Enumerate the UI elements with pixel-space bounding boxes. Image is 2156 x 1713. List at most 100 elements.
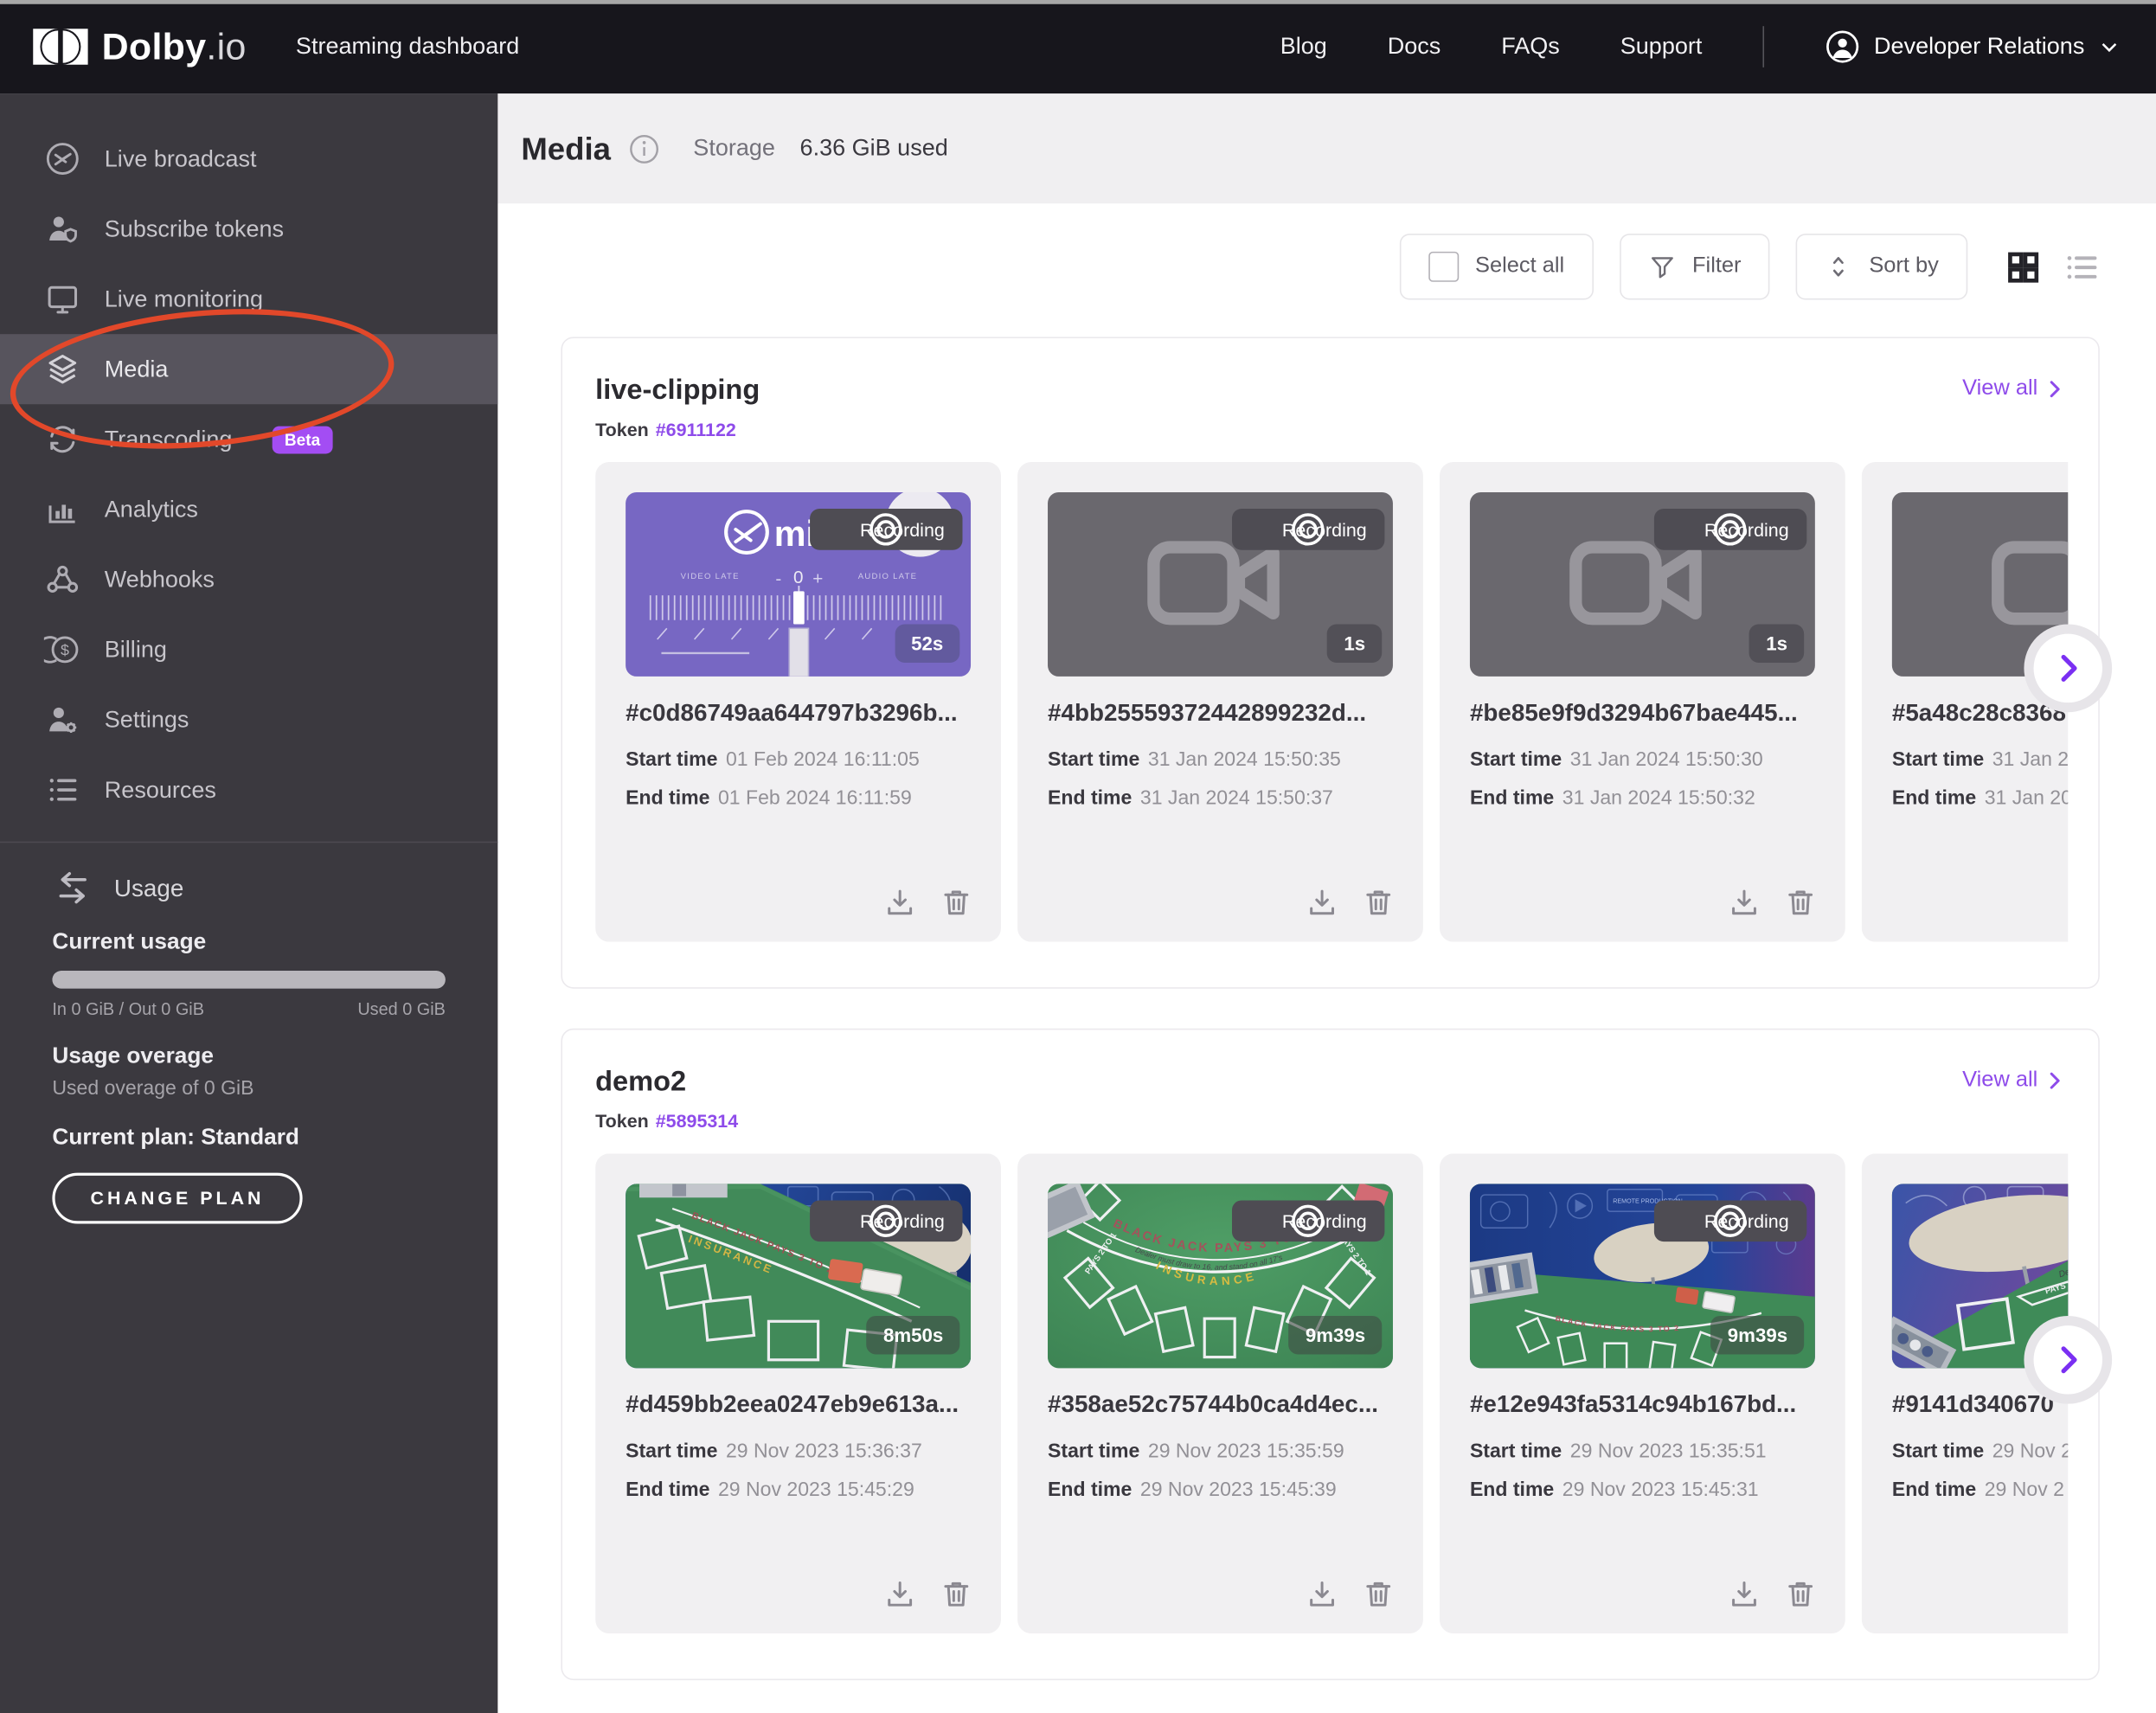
trash-icon[interactable]: [1361, 885, 1396, 920]
media-card[interactable]: mil-0+VIDEO LATEAUDIO LATERecording52s#c…: [595, 462, 1001, 942]
list-view-icon[interactable]: [2063, 248, 2100, 286]
sidebar-item-analytics[interactable]: Analytics: [0, 474, 497, 544]
sidebar-item-transcoding[interactable]: TranscodingBeta: [0, 404, 497, 474]
sidebar-item-subscribe-tokens[interactable]: Subscribe tokens: [0, 194, 497, 264]
download-icon[interactable]: [1727, 885, 1761, 920]
user-name: Developer Relations: [1874, 33, 2084, 61]
sidebar-item-settings[interactable]: Settings: [0, 684, 497, 754]
grid-view-icon[interactable]: [2005, 248, 2042, 286]
card-actions: [882, 1577, 973, 1612]
media-card[interactable]: BLACK JACK PAYS 3 TO 2Dealer must draw t…: [1017, 1153, 1423, 1633]
recording-times: Start time31 Jan 2024 15:50:35End time31…: [1048, 741, 1393, 819]
chevron-right-icon: [2044, 1069, 2065, 1091]
card-actions: [882, 885, 973, 920]
download-icon[interactable]: [1305, 885, 1339, 920]
sidebar-item-resources[interactable]: Resources: [0, 755, 497, 825]
trash-icon[interactable]: [1783, 885, 1818, 920]
end-time-row: End time31 Jan 2024 15:50:32: [1470, 780, 1815, 819]
toolbar: Select all Filter Sort by: [1400, 234, 2100, 299]
current-usage-label: Current usage: [52, 929, 446, 955]
billing-icon: $: [44, 631, 81, 668]
view-all-link[interactable]: View all: [1962, 376, 2065, 401]
start-time-value: 29 Nov 2023 15:36:37: [726, 1441, 922, 1463]
media-card[interactable]: Recording1s#4bb25559372442899232d...Star…: [1017, 462, 1423, 942]
record-icon: [1670, 517, 1693, 541]
download-icon[interactable]: [882, 885, 917, 920]
media-card[interactable]: BLACKDealer muPAYS 2 TO#9141d340670Start…: [1862, 1153, 2068, 1633]
media-card[interactable]: Recording1s#be85e9f9d3294b67bae445...Sta…: [1440, 462, 1845, 942]
camera-placeholder: Recording1s: [1048, 492, 1393, 677]
select-all-label: Select all: [1475, 254, 1564, 279]
card-actions: [1727, 1577, 1818, 1612]
sidebar-item-webhooks[interactable]: Webhooks: [0, 544, 497, 614]
main-content: Media Storage 6.36 GiB used Select all F…: [497, 93, 2156, 1713]
usage-used: Used 0 GiB: [357, 999, 446, 1018]
sort-icon: [1825, 253, 1852, 280]
recording-times: Start time29 Nov 2End time29 Nov 2: [1892, 1433, 2068, 1511]
broadcast-icon: [44, 140, 81, 177]
streaming-dashboard-screen: Dolby.io Streaming dashboard BlogDocsFAQ…: [0, 0, 2156, 1713]
nav-link-faqs[interactable]: FAQs: [1501, 33, 1560, 61]
sidebar-item-label: Transcoding: [105, 426, 233, 453]
usage-panel: Usage Current usage In 0 GiB / Out 0 GiB…: [0, 843, 497, 1223]
download-icon[interactable]: [882, 1577, 917, 1612]
next-cards-button[interactable]: [2024, 625, 2112, 713]
storage-value: 6.36 GiB used: [800, 135, 948, 163]
trash-icon[interactable]: [1783, 1577, 1818, 1612]
view-all-label: View all: [1962, 1068, 2037, 1094]
change-plan-button[interactable]: CHANGE PLAN: [52, 1173, 302, 1224]
media-card[interactable]: BLACK JACK PAYS 3 TO 2INSURANCERecording…: [595, 1153, 1001, 1633]
sidebar-item-live-monitoring[interactable]: Live monitoring: [0, 264, 497, 334]
sidebar: Live broadcast Subscribe tokensLive monit…: [0, 93, 497, 1713]
end-time-value: 29 Nov 2023 15:45:39: [1140, 1479, 1337, 1501]
media-card[interactable]: #5a48c28c8368Start time31 Jan 2End time3…: [1862, 462, 2068, 942]
token-line: Token #6911122: [595, 420, 2065, 440]
sidebar-item-label: Live broadcast: [105, 145, 257, 173]
trash-icon[interactable]: [939, 1577, 973, 1612]
chevron-right-icon: [2044, 378, 2065, 400]
nav-link-blog[interactable]: Blog: [1280, 33, 1327, 61]
download-icon[interactable]: [1727, 1577, 1761, 1612]
sort-by-button[interactable]: Sort by: [1796, 234, 1967, 299]
subscribe-tokens-icon: [44, 210, 81, 247]
filter-button[interactable]: Filter: [1620, 234, 1770, 299]
recording-id: #c0d86749aa644797b3296b...: [626, 698, 971, 727]
trash-icon[interactable]: [1361, 1577, 1396, 1612]
end-time-value: 29 Nov 2023 15:45:31: [1562, 1479, 1759, 1501]
usage-overage-title: Usage overage: [52, 1043, 446, 1069]
end-time-label: End time: [1048, 1479, 1132, 1501]
user-menu[interactable]: Developer Relations: [1825, 29, 2121, 64]
token-link[interactable]: #6911122: [656, 420, 736, 440]
recording-id: #e12e943fa5314c94b167bd...: [1470, 1390, 1815, 1419]
token-link[interactable]: #5895314: [656, 1111, 738, 1132]
view-all-link[interactable]: View all: [1962, 1068, 2065, 1094]
recording-badge: Recording: [811, 1200, 963, 1241]
nav-link-support[interactable]: Support: [1620, 33, 1703, 61]
next-cards-button[interactable]: [2024, 1316, 2112, 1404]
info-icon[interactable]: [629, 132, 661, 164]
dolby-logo[interactable]: Dolby.io: [33, 25, 247, 67]
trash-icon[interactable]: [939, 885, 973, 920]
select-all-checkbox[interactable]: [1428, 252, 1459, 282]
svg-text:AUDIO LATE: AUDIO LATE: [858, 572, 918, 581]
sidebar-item-media[interactable]: Media: [0, 334, 497, 404]
sidebar-item-label: Resources: [105, 776, 216, 804]
start-time-value: 01 Feb 2024 16:11:05: [726, 749, 920, 771]
start-time-row: Start time31 Jan 2024 15:50:35: [1048, 741, 1393, 780]
section-title: live-clipping: [595, 374, 760, 407]
chevron-down-icon: [2098, 35, 2120, 57]
sidebar-item-live-broadcast[interactable]: Live broadcast: [0, 124, 497, 194]
svg-text:$: $: [61, 641, 69, 658]
start-time-label: Start time: [626, 749, 717, 771]
start-time-value: 29 Nov 2: [1992, 1441, 2069, 1463]
select-all-button[interactable]: Select all: [1400, 234, 1594, 299]
sidebar-item-billing[interactable]: $Billing: [0, 614, 497, 684]
download-icon[interactable]: [1305, 1577, 1339, 1612]
token-label: Token: [595, 420, 649, 440]
sidebar-item-label: Webhooks: [105, 566, 215, 593]
start-time-row: Start time29 Nov 2023 15:35:59: [1048, 1433, 1393, 1472]
filter-funnel-icon: [1648, 253, 1676, 280]
avatar-icon: [1825, 29, 1860, 64]
media-card[interactable]: REMOTE PRODUCTIONBLACK JACK PAYS 3 TO 2R…: [1440, 1153, 1845, 1633]
nav-link-docs[interactable]: Docs: [1388, 33, 1441, 61]
